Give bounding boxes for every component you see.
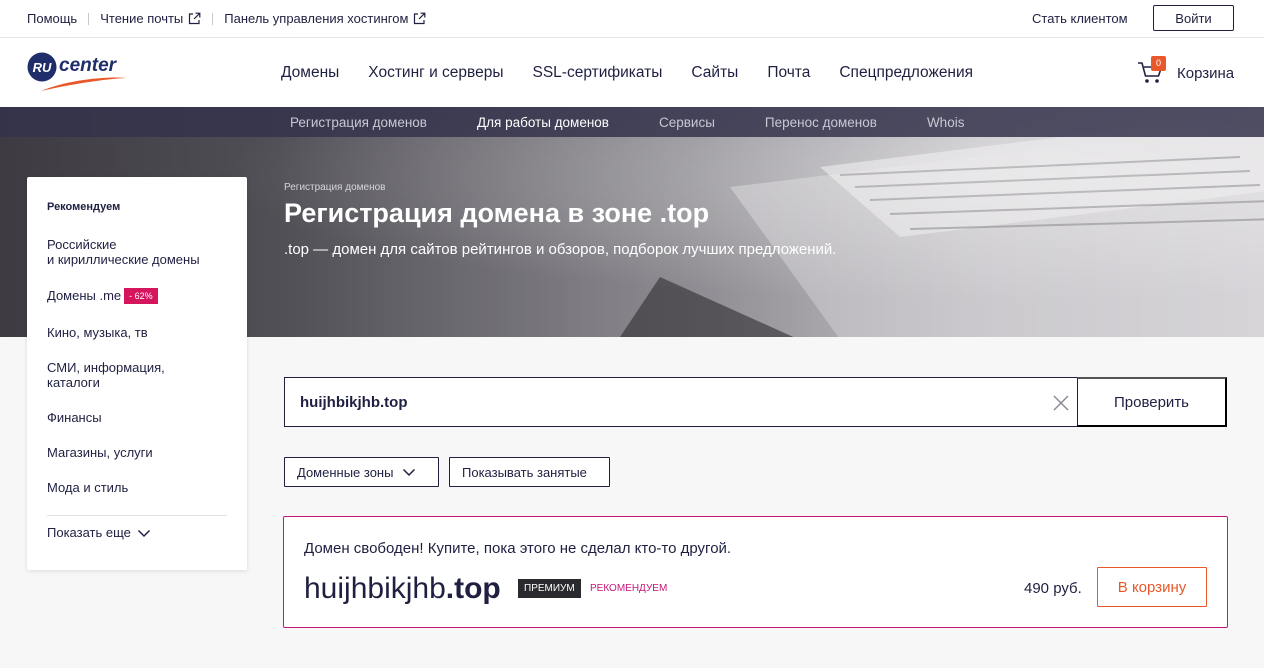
- hosting-panel-label: Панель управления хостингом: [224, 11, 409, 26]
- nav-special-offers[interactable]: Спецпредложения: [839, 64, 973, 82]
- discount-badge: - 62%: [124, 288, 158, 304]
- sidebar-item-cinema[interactable]: Кино, музыка, тв: [47, 325, 232, 340]
- sidebar-item-me[interactable]: Домены .me - 62%: [47, 288, 232, 304]
- breadcrumb[interactable]: Регистрация доменов: [284, 182, 385, 193]
- page-description: .top — домен для сайтов рейтингов и обзо…: [284, 241, 837, 258]
- hosting-panel-link[interactable]: Панель управления хостингом: [224, 11, 426, 26]
- show-more-label: Показать еще: [47, 525, 131, 540]
- sidebar-divider: [47, 515, 227, 516]
- nav-sites[interactable]: Сайты: [691, 64, 738, 82]
- chevron-down-icon: [403, 468, 416, 477]
- logo-ru-text: RU: [33, 60, 52, 75]
- sidebar-item-finance[interactable]: Финансы: [47, 410, 232, 425]
- cart-label: Корзина: [1177, 64, 1235, 82]
- rucenter-logo[interactable]: RU center: [27, 52, 137, 94]
- cart-count-badge: 0: [1151, 56, 1166, 71]
- add-to-cart-button[interactable]: В корзину: [1097, 567, 1207, 607]
- nav-mail[interactable]: Почта: [767, 64, 810, 82]
- become-client-link[interactable]: Стать клиентом: [1032, 11, 1128, 26]
- sidebar-heading: Рекомендуем: [47, 201, 121, 213]
- sidebar-item-shops[interactable]: Магазины, услуги: [47, 445, 232, 460]
- chevron-down-icon: [137, 529, 150, 537]
- sidebar-item-media[interactable]: СМИ, информация, каталоги: [47, 360, 232, 390]
- subnav-services[interactable]: Сервисы: [659, 115, 715, 130]
- nav-hosting[interactable]: Хостинг и серверы: [368, 64, 503, 82]
- availability-status: Домен свободен! Купите, пока этого не сд…: [304, 540, 732, 557]
- domain-tld: .top: [445, 572, 501, 605]
- subnav-whois[interactable]: Whois: [927, 115, 965, 130]
- top-utility-bar: Помощь Чтение почты Панель управления хо…: [0, 0, 1264, 38]
- utility-links: Помощь Чтение почты Панель управления хо…: [27, 11, 426, 26]
- domain-price: 490 руб.: [1024, 580, 1082, 597]
- sidebar-item-russian[interactable]: Российские и кириллические домены: [47, 237, 232, 267]
- domains-subnav: Регистрация доменов Для работы доменов С…: [0, 107, 1264, 137]
- subnav-domain-tools[interactable]: Для работы доменов: [477, 115, 609, 130]
- mail-link[interactable]: Чтение почты: [100, 11, 201, 26]
- divider: [88, 12, 90, 25]
- domain-result-card: Домен свободен! Купите, пока этого не сд…: [283, 516, 1228, 628]
- domain-zones-label: Доменные зоны: [297, 464, 394, 480]
- sidebar-item-label: Домены .me: [47, 288, 122, 303]
- cart[interactable]: 0 Корзина: [1137, 56, 1235, 86]
- recommend-sidebar: Рекомендуем Российские и кириллические д…: [27, 177, 247, 570]
- external-link-icon: [414, 12, 426, 25]
- show-more-button[interactable]: Показать еще: [47, 525, 151, 540]
- search-input[interactable]: huijhbikjhb.top: [300, 394, 407, 411]
- nav-ssl[interactable]: SSL-сертификаты: [533, 64, 663, 82]
- divider: [212, 12, 214, 25]
- page-title: Регистрация домена в зоне .top: [284, 198, 710, 228]
- help-link[interactable]: Помощь: [27, 11, 77, 26]
- main-nav: Домены Хостинг и серверы SSL-сертификаты…: [281, 64, 1002, 82]
- external-link-icon: [189, 12, 201, 25]
- logo-center-text: center: [59, 55, 118, 76]
- recommend-badge: РЕКОМЕНДУЕМ: [590, 583, 668, 594]
- domain-search: huijhbikjhb.top Проверить: [284, 377, 1227, 427]
- premium-badge: ПРЕМИУМ: [518, 579, 581, 598]
- subnav-registration[interactable]: Регистрация доменов: [290, 115, 427, 130]
- check-button[interactable]: Проверить: [1077, 377, 1227, 427]
- domain-name-label: huijhbikjhb: [304, 572, 446, 605]
- subnav-items: Регистрация доменов Для работы доменов С…: [290, 115, 1014, 130]
- login-button[interactable]: Войти: [1153, 5, 1234, 31]
- nav-domains[interactable]: Домены: [281, 64, 339, 82]
- show-taken-toggle[interactable]: Показывать занятые: [449, 457, 610, 487]
- domain-name: huijhbikjhb.top: [304, 572, 501, 606]
- subnav-transfer[interactable]: Перенос доменов: [765, 115, 877, 130]
- sidebar-item-fashion[interactable]: Мода и стиль: [47, 480, 232, 495]
- close-icon[interactable]: [1052, 394, 1070, 412]
- main-header: RU center Домены Хостинг и серверы SSL-с…: [0, 38, 1264, 107]
- domain-zones-dropdown[interactable]: Доменные зоны: [284, 457, 439, 487]
- cart-icon: 0: [1137, 56, 1166, 86]
- mail-link-label: Чтение почты: [100, 11, 184, 26]
